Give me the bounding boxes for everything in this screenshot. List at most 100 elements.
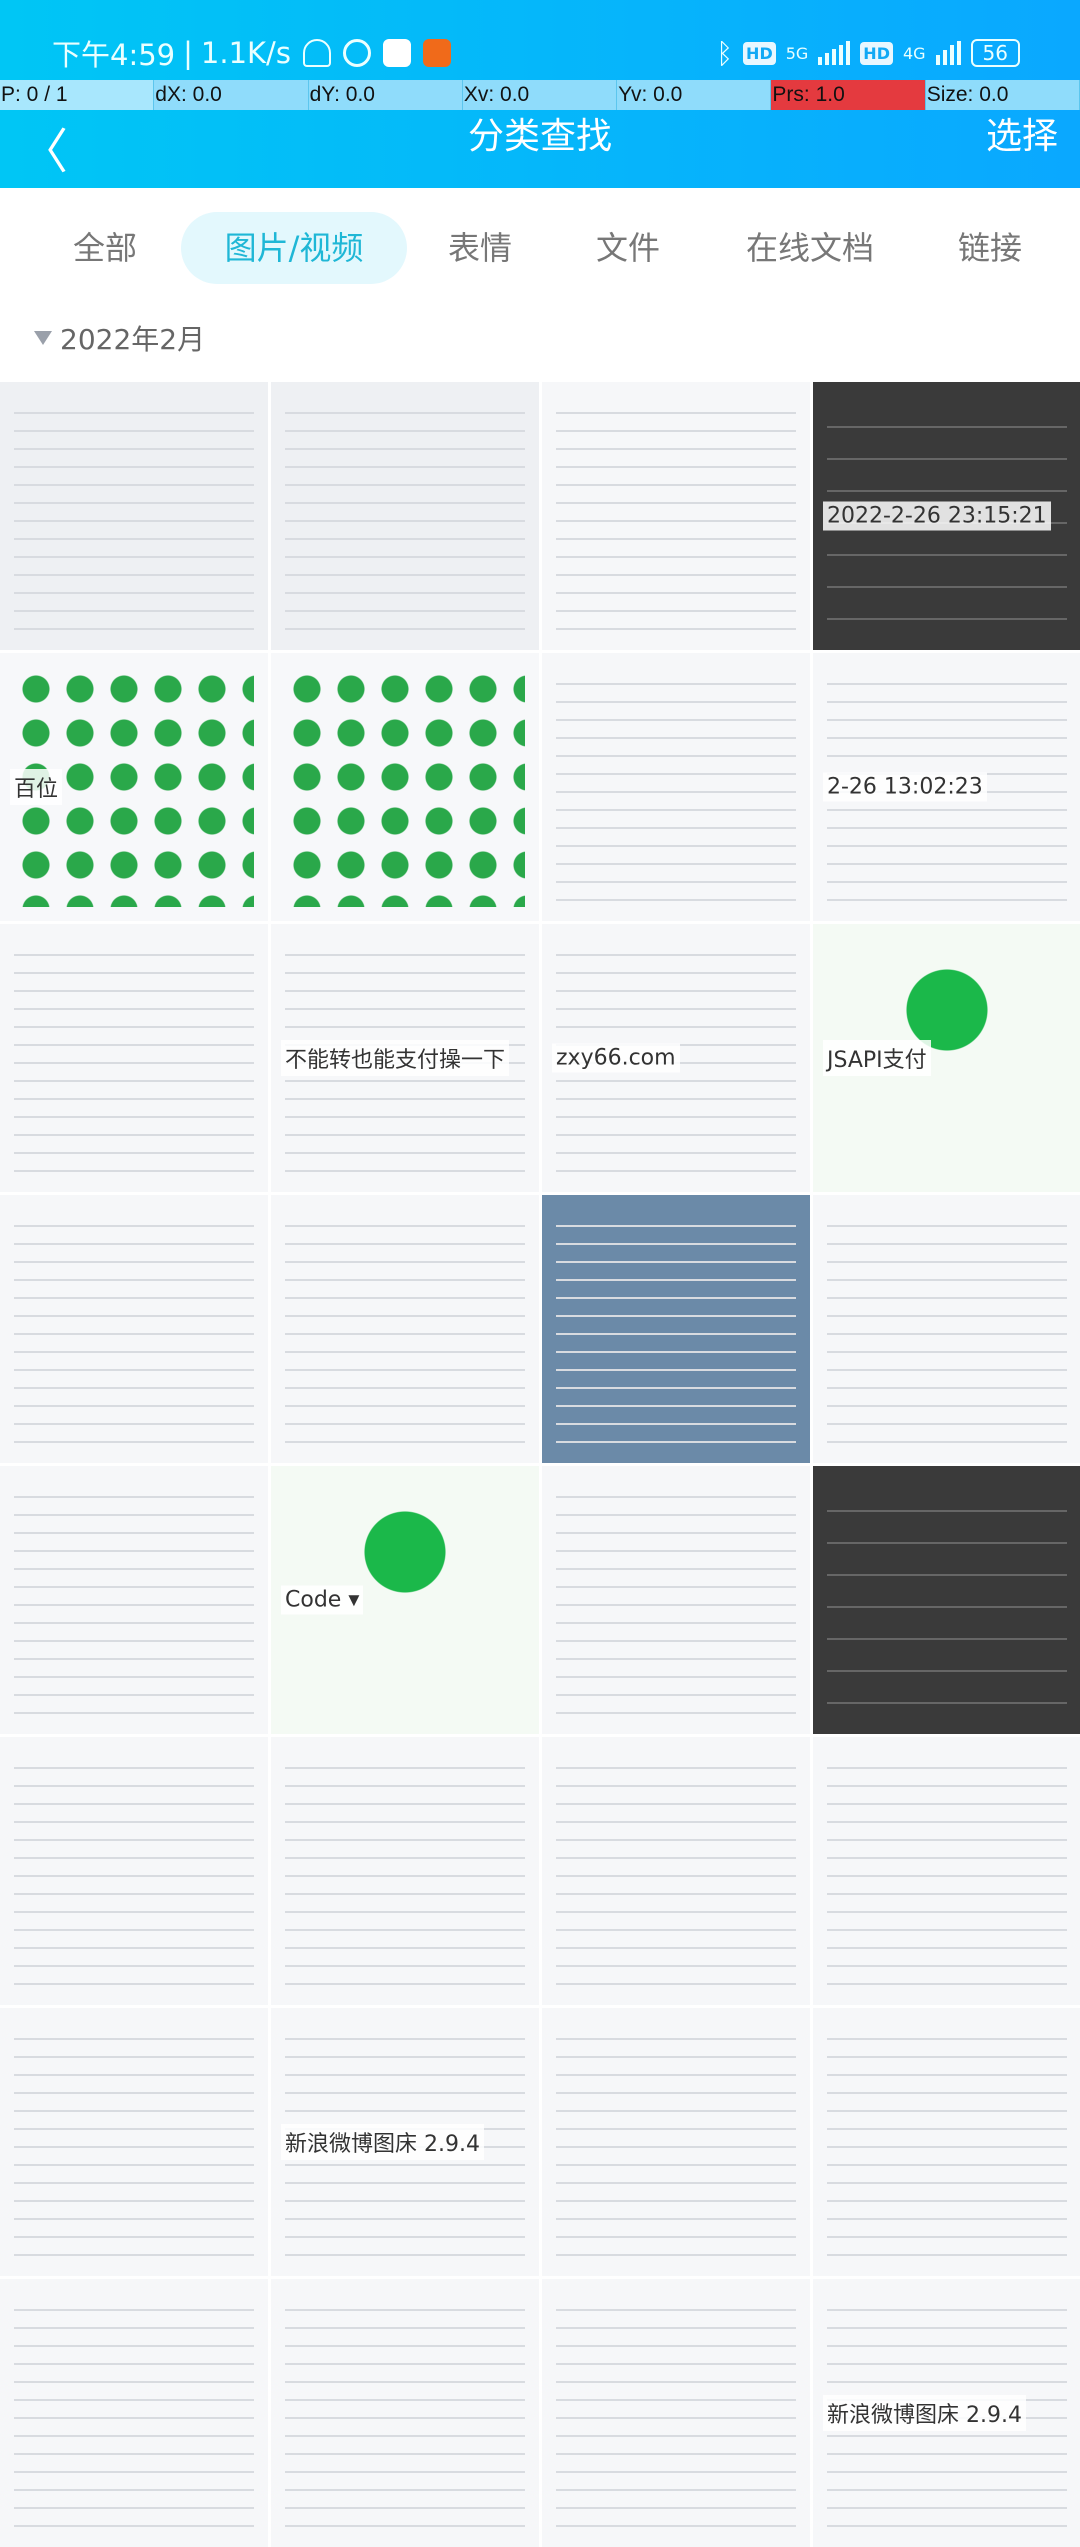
media-thumbnail[interactable] (813, 1195, 1080, 1463)
media-thumbnail[interactable] (542, 1195, 810, 1463)
hd-icon: HD (743, 41, 776, 65)
thumbnail-text: Code ▾ (281, 1585, 364, 1615)
media-thumbnail[interactable] (271, 653, 539, 921)
thumbnail-content (14, 1751, 254, 1991)
thumbnail-text: 2-26 13:02:23 (823, 772, 987, 802)
debug-field: dY: 0.0 (308, 80, 463, 110)
tab-links[interactable]: 链接 (930, 212, 1050, 284)
tab-files[interactable]: 文件 (568, 212, 688, 284)
thumbnail-text: 2022-2-26 23:15:21 (823, 501, 1051, 531)
thumbnail-content (285, 1751, 525, 1991)
thumbnail-content (14, 396, 254, 636)
clock: 下午4:59 (52, 38, 176, 72)
media-thumbnail[interactable] (0, 2279, 268, 2547)
page-title: 分类查找 (467, 116, 612, 157)
category-tabs: 全部 图片/视频 表情 文件 在线文档 链接 (0, 212, 1080, 284)
media-grid: 2022-2-26 23:15:21 百位 2-26 13:02:23 不能转也能支付… (0, 382, 1080, 2547)
debug-field: Xv: 0.0 (462, 80, 618, 110)
thumbnail-content (14, 1480, 254, 1720)
tab-online-docs[interactable]: 在线文档 (725, 212, 895, 284)
media-thumbnail[interactable]: Code ▾ (271, 1466, 539, 1734)
network-speed: 1.1K/s (200, 36, 291, 70)
thumbnail-content (14, 938, 254, 1178)
debug-field: Prs: 1.0 (771, 80, 926, 110)
debug-field: P: 0 / 1 (0, 80, 155, 110)
thumbnail-text: JSAPI支付 (823, 1040, 931, 1076)
media-thumbnail[interactable]: 2022-2-26 23:15:21 (813, 382, 1080, 650)
thumbnail-content (827, 1751, 1067, 1991)
thumbnail-content (285, 1209, 525, 1449)
media-thumbnail[interactable] (271, 2279, 539, 2547)
network-type: 5G (785, 43, 809, 63)
media-thumbnail[interactable] (0, 924, 268, 1192)
debug-field: dX: 0.0 (154, 80, 309, 110)
thumbnail-content (556, 1480, 796, 1720)
hd-icon: HD (860, 41, 893, 65)
media-thumbnail[interactable] (271, 1195, 539, 1463)
media-thumbnail[interactable]: 2-26 13:02:23 (813, 653, 1080, 921)
thumbnail-content (827, 2022, 1067, 2262)
media-thumbnail[interactable]: 不能转也能支付操一下 (271, 924, 539, 1192)
media-thumbnail[interactable] (0, 1737, 268, 2005)
media-thumbnail[interactable] (0, 382, 268, 650)
media-thumbnail[interactable] (542, 2279, 810, 2547)
bluetooth-icon: ᛒ (716, 36, 734, 70)
media-thumbnail[interactable] (813, 1737, 1080, 2005)
debug-field: Size: 0.0 (925, 80, 1080, 110)
media-thumbnail[interactable] (271, 382, 539, 650)
app-notification-icon (382, 39, 411, 67)
media-thumbnail[interactable]: zxy66.com (542, 924, 810, 1192)
month-label: 2022年2月 (60, 323, 206, 356)
media-thumbnail[interactable] (0, 1195, 268, 1463)
thumbnail-text: 新浪微博图床 2.9.4 (823, 2395, 1026, 2431)
media-thumbnail[interactable] (542, 1737, 810, 2005)
media-thumbnail[interactable] (542, 1466, 810, 1734)
media-thumbnail[interactable] (542, 382, 810, 650)
media-thumbnail[interactable] (0, 2008, 268, 2276)
collapse-triangle-icon (34, 331, 52, 345)
thumbnail-text: 百位 (10, 769, 63, 805)
thumbnail-content (556, 667, 796, 907)
thumbnail-content (556, 2293, 796, 2533)
media-thumbnail[interactable] (813, 1466, 1080, 1734)
tab-images-videos[interactable]: 图片/视频 (181, 212, 407, 284)
mute-bell-icon (302, 39, 331, 67)
top-bar: 下午4:59 | 1.1K/s ᛒ HD 5G HD 4G 56 P: 0 / … (0, 0, 1080, 188)
status-bar: 下午4:59 | 1.1K/s ᛒ HD 5G HD 4G 56 (52, 30, 1020, 76)
media-thumbnail[interactable] (271, 1737, 539, 2005)
thumbnail-text: zxy66.com (552, 1043, 680, 1073)
thumbnail-content (14, 2293, 254, 2533)
media-thumbnail[interactable]: 百位 (0, 653, 268, 921)
debug-field: Yv: 0.0 (617, 80, 772, 110)
tab-all[interactable]: 全部 (40, 212, 170, 284)
media-thumbnail[interactable]: 新浪微博图床 2.9.4 (813, 2279, 1080, 2547)
media-thumbnail[interactable]: JSAPI支付 (813, 924, 1080, 1192)
thumbnail-content (285, 2293, 525, 2533)
media-thumbnail[interactable] (0, 1466, 268, 1734)
thumbnail-content (827, 1480, 1067, 1720)
media-thumbnail[interactable]: 新浪微博图床 2.9.4 (271, 2008, 539, 2276)
signal-icon (935, 41, 961, 65)
media-thumbnail[interactable] (813, 2008, 1080, 2276)
media-thumbnail[interactable] (542, 653, 810, 921)
month-group-header[interactable]: 2022年2月 (34, 318, 205, 358)
mi-app-icon (422, 39, 451, 67)
thumbnail-content (556, 396, 796, 636)
thumbnail-content (556, 1751, 796, 1991)
signal-icon (818, 41, 851, 65)
network-type: 4G (902, 43, 926, 63)
nav-bar: 〈 分类查找 选择 (0, 110, 1080, 188)
media-thumbnail[interactable] (542, 2008, 810, 2276)
select-button[interactable]: 选择 (986, 110, 1058, 164)
thumbnail-content (285, 396, 525, 636)
thumbnail-content (556, 1209, 796, 1449)
thumbnail-content (14, 1209, 254, 1449)
thumbnail-text: 不能转也能支付操一下 (281, 1040, 510, 1076)
thumbnail-content (14, 2022, 254, 2262)
tab-stickers[interactable]: 表情 (420, 212, 540, 284)
pointer-debug-bar: P: 0 / 1 dX: 0.0 dY: 0.0 Xv: 0.0 Yv: 0.0 Prs:… (0, 80, 1080, 110)
battery-icon: 56 (970, 39, 1020, 67)
thumbnail-content (285, 667, 525, 907)
alarm-icon (342, 39, 371, 67)
thumbnail-text: 新浪微博图床 2.9.4 (281, 2124, 484, 2160)
